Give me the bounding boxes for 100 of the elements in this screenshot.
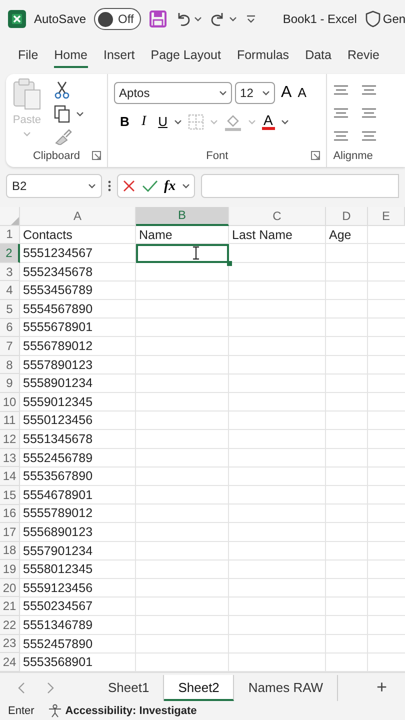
sheet-tab[interactable]: Names RAW: [234, 674, 338, 700]
save-icon[interactable]: [148, 10, 167, 28]
caret-icon[interactable]: [219, 90, 228, 96]
table-cell-text: 5557890123: [22, 356, 94, 374]
previous-sheet-icon[interactable]: [18, 682, 26, 694]
table-cell-text: 5556890123: [22, 524, 94, 542]
table-cell-text: 5550234567: [22, 598, 94, 616]
menu-tab[interactable]: Revie: [347, 44, 380, 68]
table-cell-text: 5553568901: [22, 654, 94, 672]
caret-icon: [23, 130, 31, 136]
name-box[interactable]: B2: [6, 174, 102, 198]
next-sheet-icon[interactable]: [46, 682, 54, 694]
bold-button[interactable]: B: [120, 112, 130, 132]
shield-icon: [364, 10, 381, 28]
row-header[interactable]: 20: [0, 578, 20, 598]
column-header[interactable]: B: [136, 207, 229, 226]
font-name-dropdown[interactable]: Aptos: [114, 82, 232, 104]
grow-font-button[interactable]: A: [281, 81, 292, 105]
menu-tab[interactable]: Data: [305, 44, 332, 68]
excel-logo-icon: [8, 10, 26, 28]
table-cell-text: 5559012345: [22, 394, 94, 411]
caret-icon[interactable]: [182, 183, 190, 189]
active-cell[interactable]: [136, 244, 229, 263]
row-header[interactable]: 12: [0, 430, 20, 449]
column-header[interactable]: E: [368, 207, 405, 226]
caret-icon[interactable]: [262, 90, 270, 96]
table-cell-text: Last Name: [231, 226, 294, 244]
row-header[interactable]: 21: [0, 597, 20, 616]
row-header[interactable]: 10: [0, 392, 20, 412]
status-mode: Enter: [8, 704, 34, 719]
add-sheet-button[interactable]: +: [376, 674, 387, 701]
row-header[interactable]: 4: [0, 281, 20, 300]
accessibility-icon[interactable]: [48, 704, 62, 718]
row-header[interactable]: 16: [0, 504, 20, 524]
font-size-dropdown[interactable]: 12: [235, 82, 276, 104]
autosave-label: AutoSave: [34, 11, 86, 28]
table-cell-text: 5551345678: [22, 431, 94, 448]
row-header[interactable]: 17: [0, 523, 20, 542]
table-cell-text: Contacts: [22, 226, 74, 244]
row-header[interactable]: 24: [0, 653, 20, 672]
row-header[interactable]: 1: [0, 226, 20, 244]
customize-icon[interactable]: [244, 13, 257, 25]
row-header[interactable]: 14: [0, 467, 20, 486]
dialog-launcher-icon[interactable]: [92, 151, 102, 160]
caret-icon[interactable]: [174, 118, 182, 124]
italic-button[interactable]: I: [141, 111, 146, 132]
table-cell-text: Age: [328, 226, 352, 244]
row-header[interactable]: 8: [0, 356, 20, 374]
caret-icon[interactable]: [194, 16, 202, 22]
table-cell-text: 5555789012: [22, 505, 94, 522]
font-color-button[interactable]: A: [262, 113, 275, 130]
cancel-icon[interactable]: [122, 179, 136, 193]
copy-icon[interactable]: [54, 104, 70, 123]
row-header[interactable]: 15: [0, 486, 20, 504]
row-header[interactable]: 3: [0, 262, 20, 282]
accessibility-status[interactable]: Accessibility: Investigate: [65, 702, 197, 720]
underline-button[interactable]: U: [158, 112, 168, 132]
dialog-launcher-icon[interactable]: [311, 151, 320, 160]
column-header[interactable]: C: [229, 207, 326, 226]
check-icon[interactable]: [142, 179, 158, 193]
row-header[interactable]: 19: [0, 560, 20, 579]
row-header[interactable]: 9: [0, 374, 20, 393]
scissors-icon[interactable]: [54, 80, 70, 99]
more-options-icon[interactable]: [108, 180, 111, 192]
row-header[interactable]: 5: [0, 300, 20, 319]
menu-tab[interactable]: Home: [54, 44, 88, 68]
menu-tab[interactable]: Page Layout: [150, 44, 221, 68]
menu-tab[interactable]: Insert: [104, 44, 135, 68]
table-cell-text: 5553567890: [22, 468, 94, 486]
row-header[interactable]: 2: [0, 244, 20, 263]
row-header[interactable]: 7: [0, 337, 20, 356]
row-header[interactable]: 13: [0, 448, 20, 468]
caret-icon[interactable]: [280, 118, 289, 124]
row-header[interactable]: 6: [0, 318, 20, 338]
caret-icon[interactable]: [76, 110, 84, 117]
column-header[interactable]: D: [326, 207, 368, 226]
column-header[interactable]: A: [20, 207, 136, 226]
row-header[interactable]: 22: [0, 616, 20, 635]
formula-input[interactable]: [200, 174, 399, 198]
table-cell-text: 5554678901: [22, 486, 94, 504]
row-header[interactable]: 18: [0, 542, 20, 560]
table-cell-text: 5557901234: [22, 542, 94, 560]
group-label: Clipboard: [32, 148, 80, 164]
insert-function-button[interactable]: fx: [164, 176, 176, 196]
table-cell-text: Name: [138, 226, 174, 244]
table-cell-text: 5558901234: [22, 375, 94, 392]
row-header[interactable]: 23: [0, 634, 20, 654]
menu-tab[interactable]: Formulas: [236, 44, 290, 68]
autosave-toggle[interactable]: Off: [94, 8, 141, 30]
table-cell-text: 5555678901: [22, 319, 94, 336]
row-header[interactable]: 11: [0, 412, 20, 430]
menu-tab[interactable]: File: [18, 44, 38, 68]
shrink-font-button[interactable]: A: [298, 83, 306, 103]
search-text[interactable]: Gen: [382, 10, 405, 28]
caret-icon[interactable]: [88, 183, 96, 189]
sheet-tab[interactable]: Sheet2: [164, 674, 234, 700]
caret-icon[interactable]: [228, 16, 237, 22]
table-cell-text: 5552456789: [22, 450, 94, 467]
fill-color-icon[interactable]: [224, 112, 242, 130]
group-label: Alignme: [333, 148, 373, 164]
